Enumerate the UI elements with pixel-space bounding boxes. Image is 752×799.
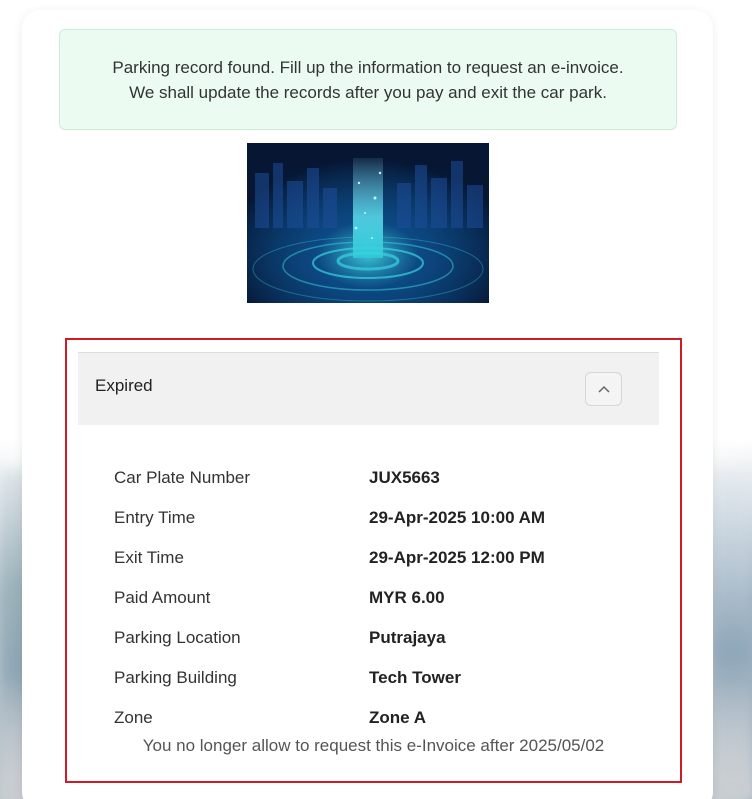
panel-title: Expired bbox=[95, 376, 153, 395]
expired-record-panel: Expired Car Plate Number JUX5663 Entry T… bbox=[65, 338, 682, 783]
main-card: Parking record found. Fill up the inform… bbox=[22, 10, 713, 799]
detail-label: Parking Building bbox=[114, 668, 237, 687]
detail-label: Car Plate Number bbox=[114, 468, 251, 487]
detail-row-car-plate: Car Plate Number JUX5663 bbox=[114, 458, 634, 498]
alert-line-2: We shall update the records after you pa… bbox=[129, 83, 607, 102]
detail-value: 29-Apr-2025 10:00 AM bbox=[369, 508, 546, 527]
chevron-up-icon bbox=[597, 380, 610, 398]
detail-value: Tech Tower bbox=[369, 668, 461, 687]
collapse-button[interactable] bbox=[585, 372, 622, 406]
detail-row-exit-time: Exit Time 29-Apr-2025 12:00 PM bbox=[114, 538, 634, 578]
alert-line-1: Parking record found. Fill up the inform… bbox=[112, 58, 624, 77]
detail-row-parking-location: Parking Location Putrajaya bbox=[114, 618, 634, 658]
detail-row-paid-amount: Paid Amount MYR 6.00 bbox=[114, 578, 634, 618]
record-details: Car Plate Number JUX5663 Entry Time 29-A… bbox=[114, 458, 634, 738]
detail-label: Exit Time bbox=[114, 548, 184, 567]
expiry-note: You no longer allow to request this e-In… bbox=[142, 736, 605, 755]
success-alert: Parking record found. Fill up the inform… bbox=[59, 29, 677, 130]
detail-label: Entry Time bbox=[114, 508, 196, 527]
detail-value: MYR 6.00 bbox=[369, 588, 445, 607]
detail-value: Zone A bbox=[369, 708, 426, 727]
detail-value: 29-Apr-2025 12:00 PM bbox=[369, 548, 545, 567]
detail-value: Putrajaya bbox=[369, 628, 446, 647]
panel-header[interactable]: Expired bbox=[78, 352, 659, 425]
detail-row-entry-time: Entry Time 29-Apr-2025 10:00 AM bbox=[114, 498, 634, 538]
parking-banner-image bbox=[247, 143, 489, 303]
detail-label: Parking Location bbox=[114, 628, 241, 647]
detail-label: Zone bbox=[114, 708, 153, 727]
detail-row-parking-building: Parking Building Tech Tower bbox=[114, 658, 634, 698]
detail-label: Paid Amount bbox=[114, 588, 211, 607]
detail-row-zone: Zone Zone A bbox=[114, 698, 634, 738]
detail-value: JUX5663 bbox=[369, 468, 440, 487]
